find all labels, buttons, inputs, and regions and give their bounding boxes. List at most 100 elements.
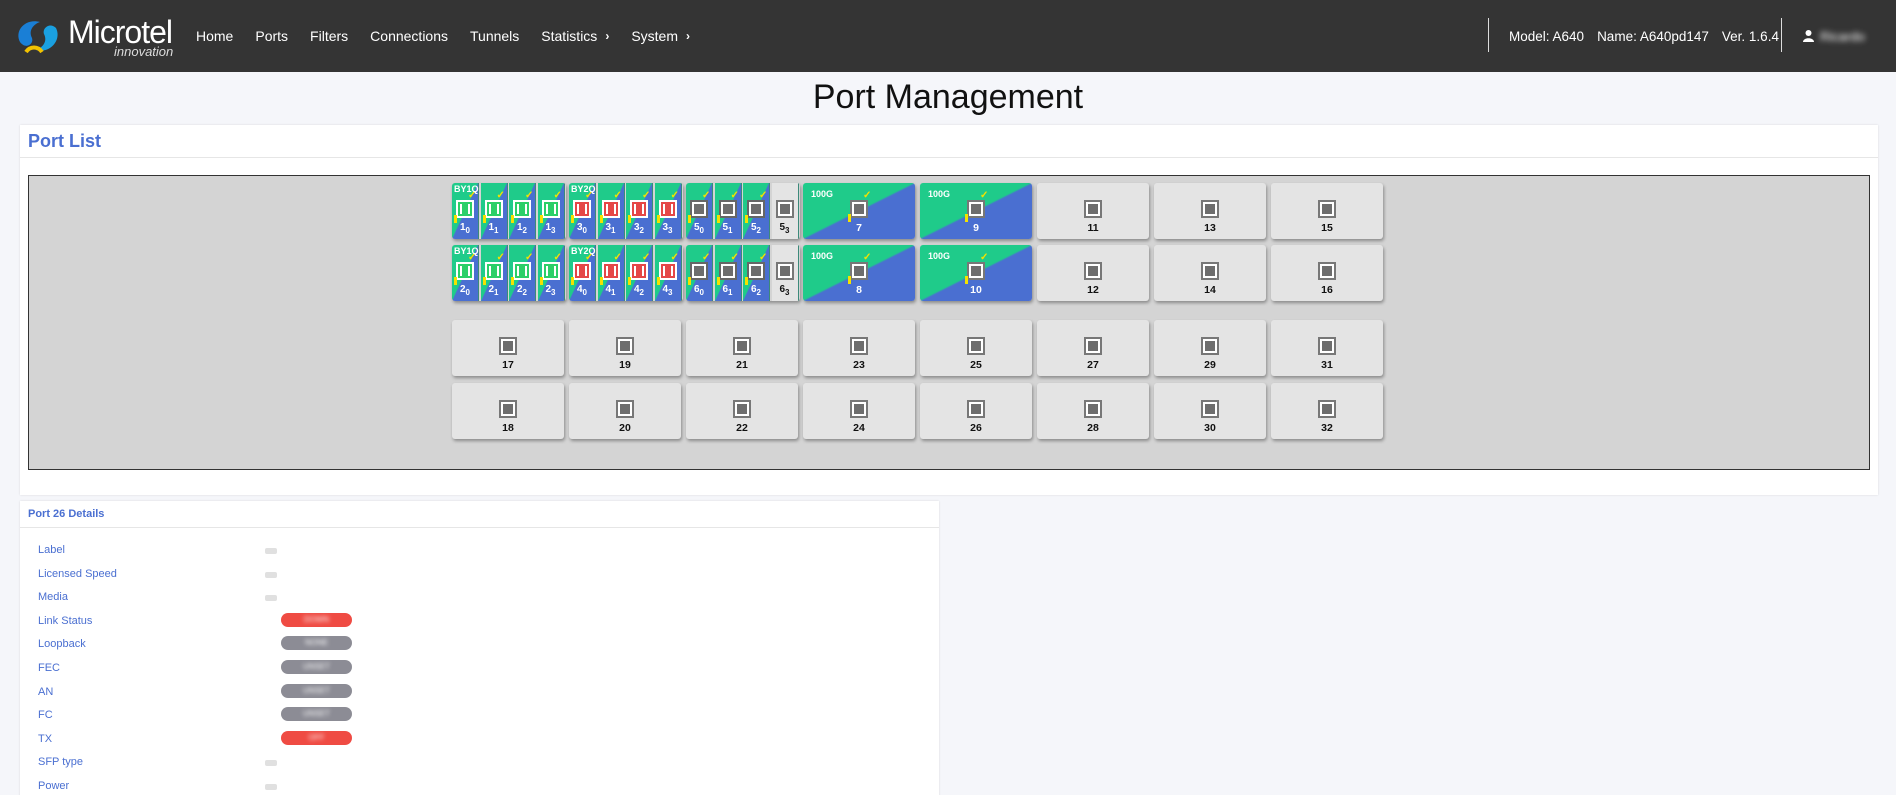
status-badge: UNSET	[281, 683, 352, 698]
port-panel: BY1Q ✓ 10 ✓ 11 ✓ 12 ✓ 13 BY2Q ✓ 30 ✓ 31 ✓ 32 ✓ 33 ✓ 50 ✓ 51 ✓ 5…	[28, 175, 1870, 470]
port-29[interactable]: 29	[1154, 320, 1266, 376]
port-4-2[interactable]: ✓ 42	[626, 245, 653, 301]
breakout-port-group: BY1Q ✓ 20 ✓ 21 ✓ 22 ✓ 23	[452, 245, 566, 301]
port-24[interactable]: 24	[803, 383, 915, 439]
port-connector-icon	[850, 262, 868, 280]
port-21[interactable]: 21	[686, 320, 798, 376]
port-6-2[interactable]: ✓ 62	[743, 245, 770, 301]
port-30[interactable]: 30	[1154, 383, 1266, 439]
port-14[interactable]: 14	[1154, 245, 1266, 301]
port-speed-label: 100G	[811, 251, 834, 261]
port-1-3[interactable]: ✓ 13	[537, 183, 565, 239]
port-2-3[interactable]: ✓ 23	[537, 245, 565, 301]
port-1-1[interactable]: ✓ 11	[480, 183, 508, 239]
port-2-2[interactable]: ✓ 22	[509, 245, 536, 301]
nav-label: System	[631, 28, 678, 44]
detail-label: Media	[38, 591, 68, 604]
port-32[interactable]: 32	[1271, 383, 1383, 439]
port-6-0[interactable]: ✓ 60	[686, 245, 713, 301]
port-15[interactable]: 15	[1271, 183, 1383, 239]
port-number: 26	[970, 422, 982, 434]
port-28[interactable]: 28	[1037, 383, 1149, 439]
port-5-3[interactable]: 53	[771, 183, 799, 239]
port-6-1[interactable]: ✓ 61	[714, 245, 742, 301]
port-number: 19	[619, 359, 631, 371]
brand-logo[interactable]: Microtel innovation	[12, 12, 177, 60]
port-connector-icon	[601, 262, 620, 280]
check-icon: ✓	[613, 190, 622, 201]
navbar: Microtel innovation Home Ports Filters C…	[0, 0, 1896, 72]
port-2-1[interactable]: ✓ 21	[480, 245, 508, 301]
port-16[interactable]: 16	[1271, 245, 1383, 301]
port-4-3[interactable]: ✓ 43	[654, 245, 682, 301]
port-number: 21	[736, 359, 748, 371]
port-12[interactable]: 12	[1037, 245, 1149, 301]
check-icon: ✓	[553, 190, 562, 201]
brand-subtitle: innovation	[114, 44, 174, 59]
port-connector-icon	[718, 200, 737, 218]
nav-system[interactable]: System ›	[631, 28, 690, 44]
port-4-1[interactable]: ✓ 41	[597, 245, 625, 301]
nav-label: Tunnels	[470, 28, 520, 44]
nav-ports[interactable]: Ports	[255, 28, 288, 44]
port-25[interactable]: 25	[920, 320, 1032, 376]
port-connector-icon	[850, 337, 868, 355]
port-20[interactable]: 20	[569, 383, 681, 439]
port-number: 28	[1087, 422, 1099, 434]
port-27[interactable]: 27	[1037, 320, 1149, 376]
port-3-1[interactable]: ✓ 31	[597, 183, 625, 239]
port-connector-icon	[513, 200, 531, 218]
port-connector-icon	[456, 262, 474, 280]
port-5-1[interactable]: ✓ 51	[714, 183, 742, 239]
port-9[interactable]: 100G ✓ 9	[920, 183, 1032, 239]
port-8[interactable]: 100G ✓ 8	[803, 245, 915, 301]
port-details-title: Port 26 Details	[20, 501, 939, 528]
port-connector-icon	[1318, 337, 1336, 355]
link-indicator	[848, 214, 851, 222]
port-22[interactable]: 22	[686, 383, 798, 439]
port-10[interactable]: 100G ✓ 10	[920, 245, 1032, 301]
port-connector-icon	[616, 337, 634, 355]
detail-value	[265, 595, 277, 602]
subport-number: 33	[662, 222, 673, 235]
port-31[interactable]: 31	[1271, 320, 1383, 376]
nav-statistics[interactable]: Statistics ›	[541, 28, 609, 44]
breakout-port-group: BY2Q ✓ 40 ✓ 41 ✓ 42 ✓ 43	[569, 245, 683, 301]
port-number: 16	[1321, 284, 1333, 296]
nav-filters[interactable]: Filters	[310, 28, 348, 44]
port-number: 9	[973, 222, 979, 234]
port-3-2[interactable]: ✓ 32	[626, 183, 653, 239]
check-icon: ✓	[863, 190, 872, 201]
port-5-2[interactable]: ✓ 52	[743, 183, 770, 239]
port-3-3[interactable]: ✓ 33	[654, 183, 682, 239]
port-connector-icon	[573, 262, 591, 280]
port-connector-icon	[456, 200, 474, 218]
detail-label: AN	[38, 685, 54, 698]
port-19[interactable]: 19	[569, 320, 681, 376]
port-18[interactable]: 18	[452, 383, 564, 439]
port-26[interactable]: 26	[920, 383, 1032, 439]
check-icon: ✓	[496, 190, 505, 201]
nav-tunnels[interactable]: Tunnels	[470, 28, 519, 44]
port-1-2[interactable]: ✓ 12	[509, 183, 536, 239]
port-connector-icon	[733, 400, 751, 418]
nav-home[interactable]: Home	[196, 28, 233, 44]
user-menu[interactable]: Ricardo	[1803, 0, 1865, 72]
port-connector-icon	[1084, 400, 1102, 418]
chevron-right-icon: ›	[605, 29, 610, 43]
status-badge: UNSET	[281, 660, 352, 674]
port-11[interactable]: 11	[1037, 183, 1149, 239]
port-17[interactable]: 17	[452, 320, 564, 376]
detail-value	[265, 548, 277, 554]
nav-label: Connections	[370, 28, 448, 44]
port-13[interactable]: 13	[1154, 183, 1266, 239]
port-connector-icon	[573, 200, 591, 218]
subport-number: 60	[693, 284, 704, 297]
port-connector-icon	[484, 200, 503, 218]
port-6-3[interactable]: 63	[771, 245, 799, 301]
port-23[interactable]: 23	[803, 320, 915, 376]
port-7[interactable]: 100G ✓ 7	[803, 183, 915, 239]
port-5-0[interactable]: ✓ 50	[686, 183, 713, 239]
nav-connections[interactable]: Connections	[370, 28, 448, 44]
port-connector-icon	[775, 200, 794, 218]
